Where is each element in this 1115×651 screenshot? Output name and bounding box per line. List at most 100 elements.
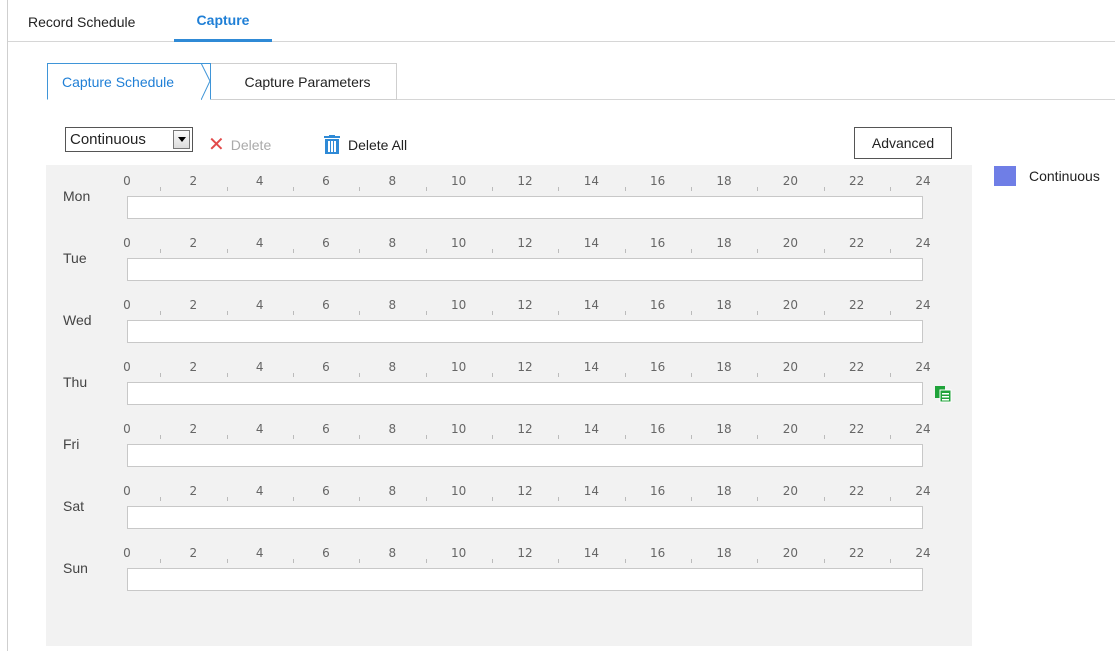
hour-scale: 0 2 4 6 8 10 12 14 16 18 20 22 24 (123, 537, 931, 563)
hour-tick-mark (491, 311, 493, 315)
hour-tick-mark (160, 373, 162, 377)
hour-tick-label: 24 (915, 484, 931, 498)
hour-tick-mark (359, 187, 361, 191)
day-label: Wed (63, 312, 92, 328)
hour-tick-mark (491, 249, 493, 253)
hour-tick-mark (359, 497, 361, 501)
hour-tick-label: 6 (322, 360, 330, 374)
hour-tick-mark (690, 249, 692, 253)
hour-tick-mark (558, 559, 560, 563)
hour-tick-label: 4 (255, 236, 264, 250)
hour-tick-mark (160, 497, 162, 501)
hour-tick-label: 14 (583, 484, 599, 498)
hour-tick-label: 0 (123, 174, 131, 188)
hour-tick-label: 6 (322, 484, 330, 498)
hour-tick-mark (425, 373, 427, 377)
hour-tick-label: 18 (716, 236, 732, 250)
subtab-capture-schedule-label: Capture Schedule (62, 74, 175, 90)
schedule-bar-wed[interactable] (127, 320, 923, 343)
hour-tick-label: 24 (915, 174, 931, 188)
hour-tick-mark (823, 373, 825, 377)
hour-tick-label: 16 (650, 546, 666, 560)
schedule-bar-thu[interactable] (127, 382, 923, 405)
advanced-button[interactable]: Advanced (854, 127, 952, 159)
hour-tick-mark (359, 435, 361, 439)
hour-tick-label: 20 (782, 236, 798, 250)
hour-tick-label: 12 (517, 298, 533, 312)
hour-tick-mark (292, 497, 294, 501)
day-label: Tue (63, 250, 87, 266)
day-row-tue: 0 2 4 6 8 10 12 14 16 18 20 22 24 Tue (46, 227, 972, 293)
tab-record-schedule[interactable]: Record Schedule (28, 0, 135, 41)
hour-tick-mark (226, 435, 228, 439)
hour-tick-label: 2 (189, 484, 198, 498)
hour-tick-mark (226, 311, 228, 315)
hour-tick-mark (491, 559, 493, 563)
schedule-bar-sun[interactable] (127, 568, 923, 591)
hour-tick-mark (425, 311, 427, 315)
hour-tick-mark (226, 249, 228, 253)
chevron-down-icon[interactable] (173, 130, 190, 149)
schedule-panel: 0 2 4 6 8 10 12 14 16 18 20 22 24 Mon 0 2 4 6 8 10 12 14 16 18 2… (46, 165, 972, 646)
hour-tick-label: 6 (322, 298, 330, 312)
hour-scale: 0 2 4 6 8 10 12 14 16 18 20 22 24 (123, 413, 931, 439)
schedule-bar-mon[interactable] (127, 196, 923, 219)
hour-tick-label: 20 (782, 422, 798, 436)
hour-tick-mark (823, 497, 825, 501)
tab-capture[interactable]: Capture (174, 0, 272, 42)
hour-tick-label: 12 (517, 174, 533, 188)
hour-tick-label: 2 (189, 546, 198, 560)
hour-tick-mark (491, 435, 493, 439)
hour-tick-label: 6 (322, 422, 330, 436)
hour-tick-label: 4 (255, 298, 264, 312)
hour-tick-label: 16 (650, 298, 666, 312)
hour-scale: 0 2 4 6 8 10 12 14 16 18 20 22 24 (123, 165, 931, 191)
hour-tick-label: 0 (123, 236, 131, 250)
hour-tick-label: 24 (915, 422, 931, 436)
hour-tick-label: 16 (650, 360, 666, 374)
hour-tick-mark (757, 311, 759, 315)
hour-tick-label: 12 (517, 484, 533, 498)
legend-label-continuous: Continuous (1029, 168, 1100, 184)
subtab-capture-parameters[interactable]: Capture Parameters (211, 63, 397, 100)
hour-tick-label: 2 (189, 298, 198, 312)
hour-scale: 0 2 4 6 8 10 12 14 16 18 20 22 24 (123, 475, 931, 501)
hour-tick-label: 8 (388, 174, 397, 188)
delete-button[interactable]: ✕ Delete (208, 131, 272, 156)
hour-tick-label: 22 (849, 174, 865, 188)
hour-tick-mark (757, 249, 759, 253)
hour-tick-label: 18 (716, 360, 732, 374)
hour-tick-mark (491, 497, 493, 501)
hour-tick-mark (823, 559, 825, 563)
hour-tick-label: 20 (782, 298, 798, 312)
subtab-capture-schedule[interactable]: Capture Schedule (47, 63, 211, 100)
schedule-type-select[interactable]: Continuous (65, 127, 193, 152)
top-tab-bar: Record Schedule Capture (8, 0, 1115, 42)
hour-tick-mark (823, 435, 825, 439)
hour-tick-label: 2 (189, 360, 198, 374)
delete-button-label: Delete (230, 137, 272, 153)
schedule-bar-sat[interactable] (127, 506, 923, 529)
close-x-icon: ✕ (208, 134, 225, 156)
hour-scale: 0 2 4 6 8 10 12 14 16 18 20 22 24 (123, 351, 931, 377)
copy-icon[interactable] (934, 385, 952, 403)
hour-tick-mark (889, 497, 891, 501)
day-row-sun: 0 2 4 6 8 10 12 14 16 18 20 22 24 Sun (46, 537, 972, 603)
hour-tick-label: 10 (451, 484, 467, 498)
hour-tick-label: 0 (123, 298, 131, 312)
delete-all-button[interactable]: Delete All (322, 131, 407, 154)
hour-tick-mark (160, 559, 162, 563)
hour-tick-mark (359, 373, 361, 377)
hour-tick-label: 6 (322, 546, 330, 560)
hour-tick-label: 14 (583, 236, 599, 250)
hour-tick-mark (425, 559, 427, 563)
schedule-type-value: Continuous (70, 131, 146, 148)
hour-tick-mark (624, 497, 626, 501)
hour-tick-mark (757, 435, 759, 439)
hour-tick-label: 14 (583, 360, 599, 374)
schedule-bar-tue[interactable] (127, 258, 923, 281)
schedule-bar-fri[interactable] (127, 444, 923, 467)
hour-tick-mark (757, 187, 759, 191)
hour-tick-label: 22 (849, 298, 865, 312)
hour-tick-label: 6 (322, 236, 330, 250)
